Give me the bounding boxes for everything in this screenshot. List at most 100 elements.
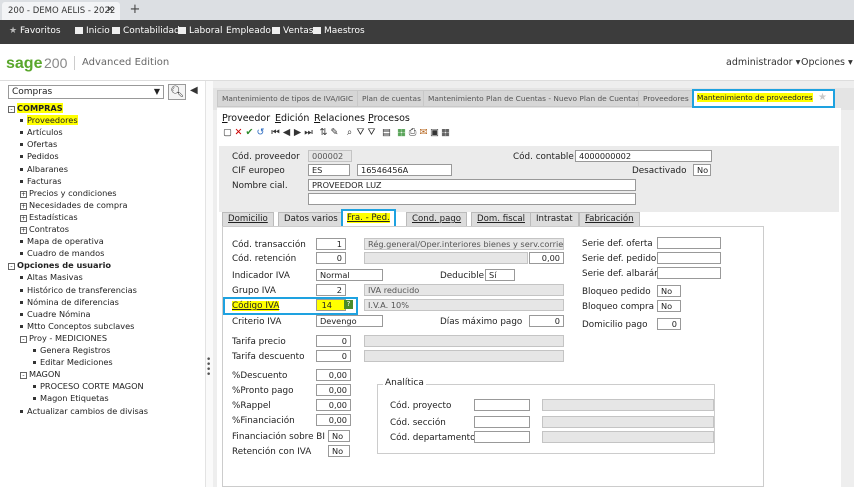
tree-item[interactable]: Cuadre Nómina [20,309,91,319]
window-tab-active[interactable]: Mantenimiento de proveedores ★ [692,89,835,108]
tree-item[interactable]: Mtto Conceptos subclaves [20,321,134,331]
expand-icon[interactable]: + [20,202,27,210]
window-tab[interactable]: Mantenimiento Plan de Cuentas - Nuevo Pl… [423,90,645,107]
serie-oferta-field[interactable] [657,237,721,249]
search-button[interactable]: 🔍︎ [168,84,186,100]
tree-item[interactable]: - Proy - MEDICIONES [20,333,107,343]
filter-icon[interactable]: ⛛ [355,126,366,139]
last-record-icon[interactable]: ⏭ [303,126,314,139]
edit-icon[interactable]: ✎ [329,126,340,139]
fav-ventas[interactable]: Ventas [272,26,313,36]
pronto-pago-field[interactable]: 0,00 [316,384,351,396]
tree-item[interactable]: Mapa de operativa [20,236,104,246]
tree-item[interactable]: Pedidos [20,151,59,161]
fav-maestros[interactable]: Maestros [313,26,365,36]
collapse-sidebar-icon[interactable]: ◀ [190,85,202,99]
tarifa-precio-field[interactable]: 0 [316,335,351,347]
tree-item[interactable]: Facturas [20,176,62,186]
fav-inicio[interactable]: Inicio [75,26,110,36]
user-menu[interactable]: administrador ▾ [726,57,800,68]
tab-fra-ped[interactable]: Fra. - Ped. [341,209,396,226]
cod-proveedor-field[interactable]: 000002 [308,150,352,162]
criterio-iva-field[interactable]: Devengo [316,315,383,327]
tab-dom-fiscal[interactable]: Dom. fiscal [471,212,531,226]
domicilio-pago-field[interactable]: 0 [657,318,681,330]
financiacion-field[interactable]: 0,00 [316,414,351,426]
menu-procesos[interactable]: Procesos [368,113,410,124]
fav-empleado[interactable]: Empleado [226,26,271,36]
fav-laboral[interactable]: Laboral [178,26,222,36]
menu-relaciones[interactable]: Relaciones [314,113,365,124]
proyecto-field[interactable] [474,399,530,411]
prev-record-icon[interactable]: ◀ [281,126,292,139]
retencion-pct-field[interactable]: 0,00 [529,252,564,264]
cif-field[interactable]: 16546456A [357,164,452,176]
new-icon[interactable]: ▢ [222,126,233,139]
nombre-field[interactable]: PROVEEDOR LUZ [308,179,636,191]
cod-transaccion-field[interactable]: 1 [316,238,346,250]
splitter[interactable] [205,81,213,487]
retencion-iva-field[interactable]: No [328,445,350,457]
collapse-icon[interactable]: - [8,106,15,113]
sort-icon[interactable]: ⇅ [318,126,329,139]
clear-filter-icon[interactable]: ⛛ [366,126,377,139]
cod-retencion-field[interactable]: 0 [316,252,346,264]
tree-item[interactable]: + Necesidades de compra [20,200,127,210]
tab-cond-pago[interactable]: Cond. pago [406,212,468,226]
tree-item[interactable]: Nómina de diferencias [20,297,119,307]
module-select[interactable]: Compras ▼ [8,85,164,99]
close-tab-icon[interactable]: ✕ [106,5,114,15]
browser-tab[interactable]: 200 - DEMO AELIS - 2022 ✕ [2,2,120,20]
tree-item[interactable]: + Precios y condiciones [20,188,117,198]
grid-icon[interactable]: ▦ [440,126,451,139]
tree-item[interactable]: - Opciones de usuario [8,260,111,271]
rappel-field[interactable]: 0,00 [316,399,351,411]
window-tab[interactable]: Proveedores [638,90,694,107]
dias-max-field[interactable]: 0 [529,315,564,327]
seccion-field[interactable] [474,416,530,428]
tree-item[interactable]: - COMPRAS [8,103,63,113]
favorites-button[interactable]: ★ Favoritos [9,26,61,36]
tab-intrastat[interactable]: Intrastat [530,212,579,226]
tab-fabricacion[interactable]: Fabricación [579,212,640,226]
expand-icon[interactable]: + [20,227,27,234]
excel-icon[interactable]: ▦ [396,126,407,139]
tree-item[interactable]: Proveedores [20,115,78,126]
export-icon[interactable]: ▣ [429,126,440,139]
favorite-star-icon[interactable]: ★ [818,92,827,103]
tab-datos-varios[interactable]: Datos varios [278,212,344,226]
expand-icon[interactable]: + [20,214,27,222]
collapse-icon[interactable]: - [8,263,15,271]
window-tab[interactable]: Plan de cuentas [357,90,426,107]
cif-country-field[interactable]: ES [308,164,350,176]
tree-item[interactable]: Actualizar cambios de divisas [20,406,148,416]
tree-item[interactable]: Ofertas [20,139,57,149]
cod-contable-field[interactable]: 4000000002 [575,150,712,162]
window-tab[interactable]: Mantenimiento de tipos de IVA/IGIC [217,90,359,107]
splitter-grip-icon[interactable]: • • • • [206,356,211,380]
next-record-icon[interactable]: ▶ [292,126,303,139]
tree-item[interactable]: Magon Etiquetas [33,393,109,403]
descuento-field[interactable]: 0,00 [316,369,351,381]
email-icon[interactable]: ✉ [418,126,429,139]
menu-proveedor[interactable]: Proveedor [222,113,270,124]
print-icon[interactable]: ⎙ [407,126,418,139]
tree-item[interactable]: PROCESO CORTE MAGON [33,381,144,391]
tree-item[interactable]: Histórico de transferencias [20,285,137,295]
grupo-iva-field[interactable]: 2 [316,284,346,296]
desactivado-field[interactable]: No [693,164,711,176]
tree-item[interactable]: Albaranes [20,164,68,174]
list-icon[interactable]: ▤ [381,126,392,139]
serie-albaran-field[interactable] [657,267,721,279]
fin-sobre-bi-field[interactable]: No [328,430,350,442]
tree-item[interactable]: + Estadísticas [20,212,78,222]
tree-item[interactable]: + Contratos [20,224,69,234]
tarifa-descuento-field[interactable]: 0 [316,350,351,362]
tab-domicilio[interactable]: Domicilio [222,212,274,226]
tree-item[interactable]: Artículos [20,127,63,137]
find-icon[interactable]: ⌕ [344,126,355,139]
menu-edicion[interactable]: Edición [275,113,309,124]
collapse-icon[interactable]: - [20,372,27,380]
expand-icon[interactable]: + [20,190,27,198]
fav-contabilidad[interactable]: Contabilidad [112,26,180,36]
